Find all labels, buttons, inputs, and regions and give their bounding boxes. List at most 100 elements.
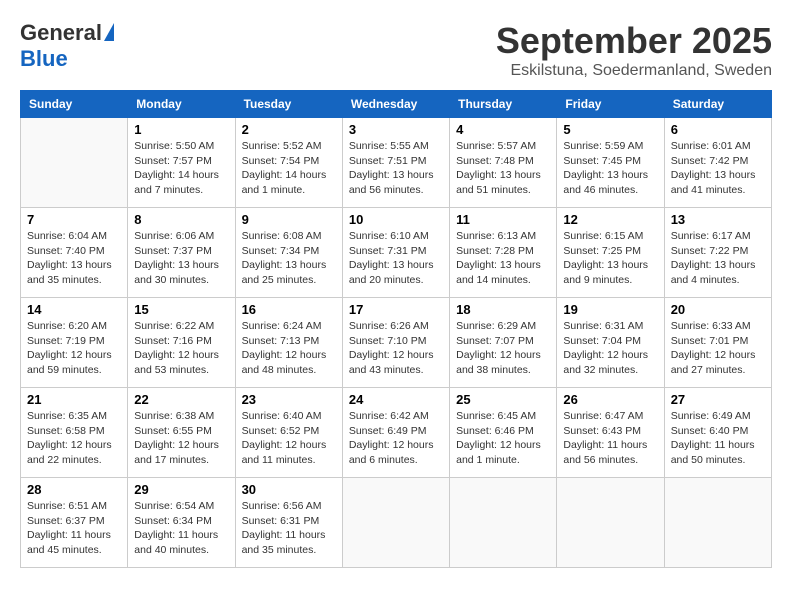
day-number: 28 — [27, 482, 121, 497]
calendar-cell: 27 Sunrise: 6:49 AMSunset: 6:40 PMDayligh… — [664, 388, 771, 478]
day-info: Sunrise: 5:59 AMSunset: 7:45 PMDaylight:… — [563, 139, 657, 198]
day-number: 14 — [27, 302, 121, 317]
day-info: Sunrise: 6:33 AMSunset: 7:01 PMDaylight:… — [671, 319, 765, 378]
calendar-cell — [664, 478, 771, 568]
calendar-week-2: 7 Sunrise: 6:04 AMSunset: 7:40 PMDaylight… — [21, 208, 772, 298]
calendar-cell: 25Sunrise: 6:45 AMSunset: 6:46 PMDayligh… — [450, 388, 557, 478]
day-number: 10 — [349, 212, 443, 227]
calendar-cell: 11 Sunrise: 6:13 AMSunset: 7:28 PMDayligh… — [450, 208, 557, 298]
day-number: 9 — [242, 212, 336, 227]
day-number: 6 — [671, 122, 765, 137]
calendar-cell: 15 Sunrise: 6:22 AMSunset: 7:16 PMDayligh… — [128, 298, 235, 388]
logo-blue-text: Blue — [20, 46, 68, 72]
day-info: Sunrise: 6:51 AMSunset: 6:37 PMDaylight:… — [27, 499, 121, 558]
day-number: 2 — [242, 122, 336, 137]
calendar-cell: 7 Sunrise: 6:04 AMSunset: 7:40 PMDaylight… — [21, 208, 128, 298]
calendar-table: SundayMondayTuesdayWednesdayThursdayFrid… — [20, 90, 772, 568]
calendar-cell: 5 Sunrise: 5:59 AMSunset: 7:45 PMDaylight… — [557, 118, 664, 208]
calendar-week-1: 1Sunrise: 5:50 AMSunset: 7:57 PMDaylight… — [21, 118, 772, 208]
day-number: 21 — [27, 392, 121, 407]
logo-triangle-icon — [104, 23, 114, 41]
day-info: Sunrise: 6:26 AMSunset: 7:10 PMDaylight:… — [349, 319, 443, 378]
logo-general-text: General — [20, 20, 102, 46]
calendar-cell: 4 Sunrise: 5:57 AMSunset: 7:48 PMDaylight… — [450, 118, 557, 208]
calendar-header-thursday: Thursday — [450, 91, 557, 118]
calendar-cell: 24Sunrise: 6:42 AMSunset: 6:49 PMDayligh… — [342, 388, 449, 478]
day-number: 12 — [563, 212, 657, 227]
calendar-cell — [342, 478, 449, 568]
calendar-header-wednesday: Wednesday — [342, 91, 449, 118]
day-number: 11 — [456, 212, 550, 227]
day-info: Sunrise: 5:55 AMSunset: 7:51 PMDaylight:… — [349, 139, 443, 198]
day-info: Sunrise: 6:04 AMSunset: 7:40 PMDaylight:… — [27, 229, 121, 288]
calendar-cell: 16Sunrise: 6:24 AMSunset: 7:13 PMDayligh… — [235, 298, 342, 388]
location-title: Eskilstuna, Soedermanland, Sweden — [496, 62, 772, 80]
day-number: 25 — [456, 392, 550, 407]
day-info: Sunrise: 6:01 AMSunset: 7:42 PMDaylight:… — [671, 139, 765, 198]
day-info: Sunrise: 6:17 AMSunset: 7:22 PMDaylight:… — [671, 229, 765, 288]
calendar-cell — [557, 478, 664, 568]
day-number: 7 — [27, 212, 121, 227]
day-info: Sunrise: 6:22 AMSunset: 7:16 PMDaylight:… — [134, 319, 228, 378]
calendar-week-3: 14 Sunrise: 6:20 AMSunset: 7:19 PMDayligh… — [21, 298, 772, 388]
calendar-week-5: 28 Sunrise: 6:51 AMSunset: 6:37 PMDayligh… — [21, 478, 772, 568]
calendar-cell: 18 Sunrise: 6:29 AMSunset: 7:07 PMDayligh… — [450, 298, 557, 388]
day-number: 26 — [563, 392, 657, 407]
day-info: Sunrise: 6:10 AMSunset: 7:31 PMDaylight:… — [349, 229, 443, 288]
day-number: 29 — [134, 482, 228, 497]
day-info: Sunrise: 6:40 AMSunset: 6:52 PMDaylight:… — [242, 409, 336, 468]
calendar-cell: 22 Sunrise: 6:38 AMSunset: 6:55 PMDayligh… — [128, 388, 235, 478]
calendar-cell: 17 Sunrise: 6:26 AMSunset: 7:10 PMDayligh… — [342, 298, 449, 388]
calendar-cell: 30 Sunrise: 6:56 AMSunset: 6:31 PMDayligh… — [235, 478, 342, 568]
day-info: Sunrise: 6:56 AMSunset: 6:31 PMDaylight:… — [242, 499, 336, 558]
day-number: 17 — [349, 302, 443, 317]
calendar-cell — [21, 118, 128, 208]
calendar-header-sunday: Sunday — [21, 91, 128, 118]
day-info: Sunrise: 5:57 AMSunset: 7:48 PMDaylight:… — [456, 139, 550, 198]
calendar-cell: 14 Sunrise: 6:20 AMSunset: 7:19 PMDayligh… — [21, 298, 128, 388]
calendar-cell: 28 Sunrise: 6:51 AMSunset: 6:37 PMDayligh… — [21, 478, 128, 568]
day-info: Sunrise: 6:38 AMSunset: 6:55 PMDaylight:… — [134, 409, 228, 468]
day-number: 4 — [456, 122, 550, 137]
day-number: 30 — [242, 482, 336, 497]
day-number: 5 — [563, 122, 657, 137]
calendar-header-saturday: Saturday — [664, 91, 771, 118]
calendar-cell: 1Sunrise: 5:50 AMSunset: 7:57 PMDaylight… — [128, 118, 235, 208]
day-info: Sunrise: 6:24 AMSunset: 7:13 PMDaylight:… — [242, 319, 336, 378]
day-number: 13 — [671, 212, 765, 227]
calendar-header-tuesday: Tuesday — [235, 91, 342, 118]
calendar-cell: 10 Sunrise: 6:10 AMSunset: 7:31 PMDayligh… — [342, 208, 449, 298]
day-number: 18 — [456, 302, 550, 317]
page-header: General Blue September 2025 Eskilstuna, … — [20, 20, 772, 80]
day-info: Sunrise: 6:08 AMSunset: 7:34 PMDaylight:… — [242, 229, 336, 288]
calendar-cell: 3 Sunrise: 5:55 AMSunset: 7:51 PMDaylight… — [342, 118, 449, 208]
calendar-cell — [450, 478, 557, 568]
calendar-cell: 9 Sunrise: 6:08 AMSunset: 7:34 PMDaylight… — [235, 208, 342, 298]
day-info: Sunrise: 6:47 AMSunset: 6:43 PMDaylight:… — [563, 409, 657, 468]
calendar-header-monday: Monday — [128, 91, 235, 118]
day-info: Sunrise: 6:20 AMSunset: 7:19 PMDaylight:… — [27, 319, 121, 378]
day-number: 27 — [671, 392, 765, 407]
day-info: Sunrise: 6:35 AMSunset: 6:58 PMDaylight:… — [27, 409, 121, 468]
day-info: Sunrise: 6:29 AMSunset: 7:07 PMDaylight:… — [456, 319, 550, 378]
month-title: September 2025 — [496, 20, 772, 62]
day-number: 19 — [563, 302, 657, 317]
day-number: 20 — [671, 302, 765, 317]
day-number: 3 — [349, 122, 443, 137]
day-info: Sunrise: 6:49 AMSunset: 6:40 PMDaylight:… — [671, 409, 765, 468]
calendar-cell: 26 Sunrise: 6:47 AMSunset: 6:43 PMDayligh… — [557, 388, 664, 478]
calendar-cell: 2 Sunrise: 5:52 AMSunset: 7:54 PMDaylight… — [235, 118, 342, 208]
day-info: Sunrise: 6:13 AMSunset: 7:28 PMDaylight:… — [456, 229, 550, 288]
calendar-cell: 12 Sunrise: 6:15 AMSunset: 7:25 PMDayligh… — [557, 208, 664, 298]
day-info: Sunrise: 6:54 AMSunset: 6:34 PMDaylight:… — [134, 499, 228, 558]
day-info: Sunrise: 6:15 AMSunset: 7:25 PMDaylight:… — [563, 229, 657, 288]
day-number: 8 — [134, 212, 228, 227]
day-number: 22 — [134, 392, 228, 407]
calendar-cell: 29 Sunrise: 6:54 AMSunset: 6:34 PMDayligh… — [128, 478, 235, 568]
logo: General Blue — [20, 20, 114, 72]
day-info: Sunrise: 5:52 AMSunset: 7:54 PMDaylight:… — [242, 139, 336, 198]
calendar-cell: 8Sunrise: 6:06 AMSunset: 7:37 PMDaylight… — [128, 208, 235, 298]
calendar-cell: 6 Sunrise: 6:01 AMSunset: 7:42 PMDaylight… — [664, 118, 771, 208]
calendar-cell: 23Sunrise: 6:40 AMSunset: 6:52 PMDayligh… — [235, 388, 342, 478]
day-number: 15 — [134, 302, 228, 317]
